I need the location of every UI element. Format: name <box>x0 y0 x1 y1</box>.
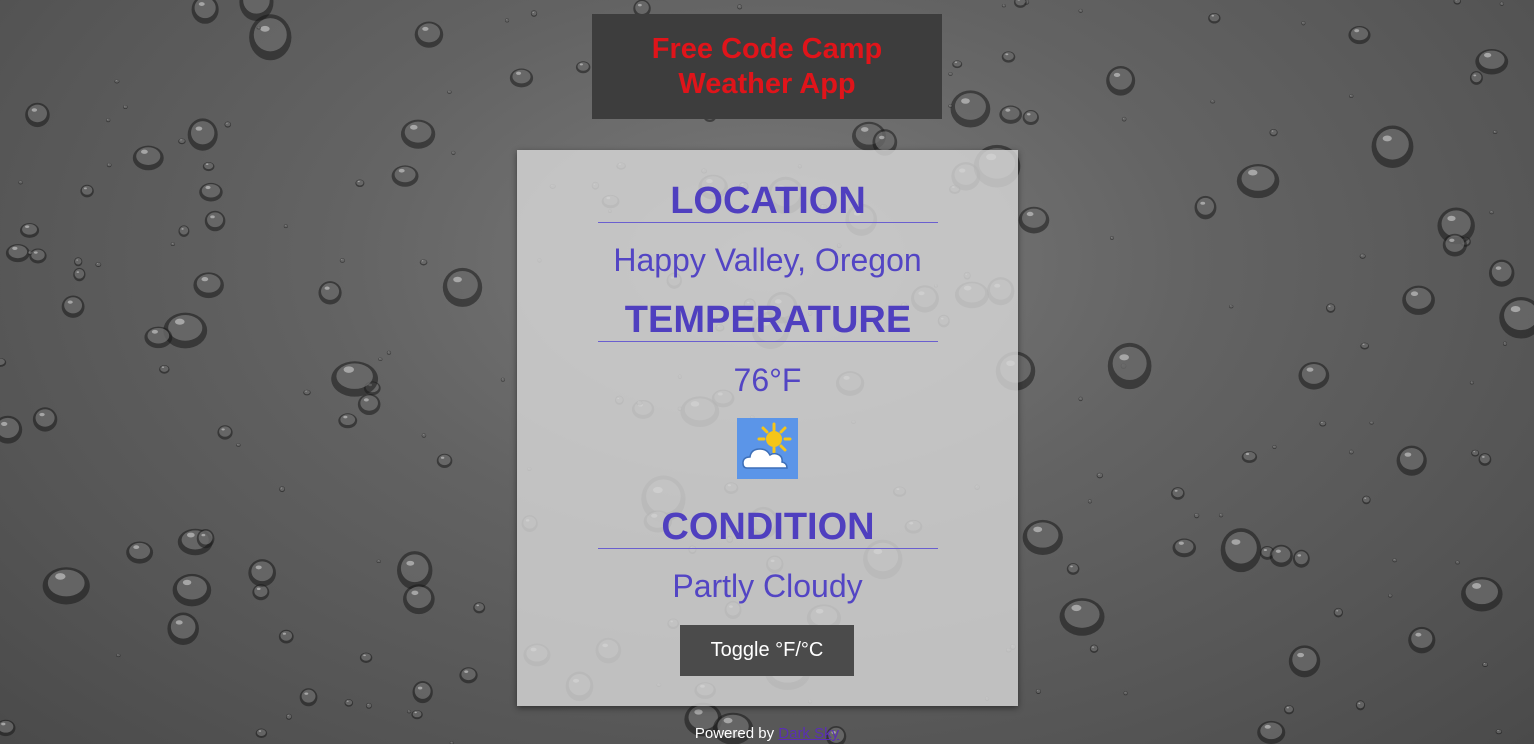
temperature-heading: TEMPERATURE <box>598 299 938 342</box>
weather-card: LOCATION Happy Valley, Oregon TEMPERATUR… <box>517 150 1018 706</box>
app-title-line-2: Weather App <box>678 67 856 100</box>
footer: Powered by Dark Sky <box>0 724 1534 744</box>
app-header: Free Code Camp Weather App <box>592 14 942 119</box>
location-value: Happy Valley, Oregon <box>613 242 922 278</box>
powered-by-text: Powered by <box>694 725 775 742</box>
location-heading: LOCATION <box>598 180 938 223</box>
app-title-line-1: Free Code Camp <box>651 32 883 65</box>
temperature-value: 76°F <box>733 362 802 398</box>
condition-value: Partly Cloudy <box>672 568 863 604</box>
partly-cloudy-day-icon <box>737 418 798 479</box>
condition-heading: CONDITION <box>598 506 938 549</box>
dark-sky-link[interactable]: Dark Sky <box>778 725 839 742</box>
toggle-units-button[interactable]: Toggle °F/°C <box>680 625 854 676</box>
